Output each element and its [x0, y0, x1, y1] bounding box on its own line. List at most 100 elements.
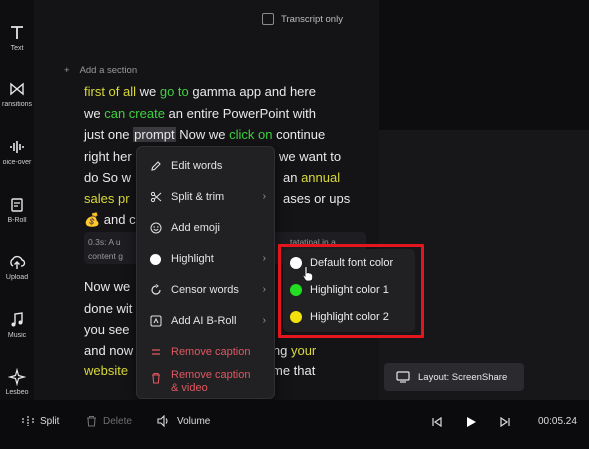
annotation-highlight-box [278, 244, 424, 338]
context-menu: Edit words Split & trim › Add emoji High… [136, 146, 275, 399]
transcript-line[interactable]: and now [84, 343, 133, 358]
transcript-line[interactable]: done wit [84, 301, 132, 316]
menu-item-add-emoji[interactable]: Add emoji [137, 215, 274, 241]
rail-item-music[interactable]: Music [0, 311, 34, 339]
transcript-line[interactable]: just one prompt Now we click on continue [84, 127, 325, 142]
menu-item-split-trim[interactable]: Split & trim › [137, 184, 274, 210]
voice-over-icon [10, 141, 24, 153]
chevron-right-icon: › [262, 315, 266, 326]
transcript-line[interactable]: Now we [84, 279, 130, 294]
screen-share-icon [396, 371, 410, 383]
trash-icon [87, 415, 96, 427]
menu-label: Split & trim [171, 191, 225, 203]
transcript-line[interactable]: sales pr [84, 191, 130, 206]
transcript-line[interactable]: we can create an entire PowerPoint with [84, 106, 316, 121]
pencil-icon [149, 160, 162, 173]
playback-time: 00:05.24 [538, 416, 577, 427]
delete-button[interactable]: Delete [86, 415, 132, 427]
transcript-word[interactable]: gamma app and here [189, 84, 316, 99]
menu-item-add-ai-b-roll[interactable]: Add AI B-Roll › [137, 308, 274, 334]
transcript-word[interactable]: we [136, 84, 160, 99]
add-section-button[interactable]: + Add a section [64, 65, 137, 76]
add-section-label: Add a section [79, 65, 138, 76]
menu-label: Add emoji [171, 222, 220, 234]
transcript-word[interactable]: go to [160, 84, 189, 99]
rail-label-text: Text [10, 45, 24, 52]
note-text-line2: content g [88, 251, 123, 261]
transcript-line[interactable]: 💰 and c [84, 212, 136, 228]
menu-item-remove-caption-video[interactable]: Remove caption & video [137, 369, 274, 399]
rail-item-b-roll[interactable]: B-Roll [0, 196, 34, 224]
split-button[interactable]: Split [22, 415, 59, 427]
transcript-line[interactable]: we want to [279, 149, 341, 164]
rail-label-sparkle: Lesbeo [5, 389, 29, 396]
transcript-only-toggle[interactable]: Transcript only [262, 13, 343, 25]
volume-icon [157, 415, 168, 427]
menu-label: Censor words [171, 284, 239, 296]
menu-label: Remove caption & video [171, 369, 251, 394]
play-icon[interactable] [466, 416, 477, 428]
transcript-word[interactable]: can create [104, 106, 165, 121]
transcript-word[interactable]: continue [272, 127, 325, 142]
trash-icon [149, 371, 162, 384]
menu-item-censor-words[interactable]: Censor words › [137, 277, 274, 303]
rail-item-text[interactable]: Text [0, 24, 34, 52]
transcript-line[interactable]: ases or ups [283, 191, 350, 206]
transcript-line[interactable]: ing your [270, 343, 316, 358]
rail-item-transitions[interactable]: ransitions [0, 80, 34, 108]
music-icon [11, 312, 23, 327]
chevron-right-icon: › [262, 191, 266, 202]
transcript-line[interactable]: first of all we go to gamma app and here [84, 84, 316, 99]
text-icon [11, 26, 23, 39]
rail-label-music: Music [7, 332, 27, 339]
sparkle-icon [8, 368, 26, 386]
menu-label: Highlight [171, 253, 214, 265]
volume-label: Volume [177, 415, 211, 427]
skip-back-icon[interactable] [432, 417, 442, 427]
layout-label: Layout: ScreenShare [418, 371, 508, 383]
rail-label-transitions: ransitions [2, 101, 32, 108]
upload-icon [10, 255, 26, 269]
transcript-line[interactable]: me that [272, 363, 315, 378]
ai-broll-icon [149, 315, 162, 328]
rail-item-sparkle[interactable]: Lesbeo [0, 368, 34, 396]
preview-top [379, 0, 589, 130]
rail-label-voice-over: oice-over [2, 159, 32, 166]
transcript-line[interactable]: website [84, 363, 128, 378]
transitions-icon [10, 82, 24, 96]
delete-label: Delete [103, 415, 132, 427]
highlight-icon [149, 253, 162, 266]
menu-item-highlight[interactable]: Highlight › [137, 246, 274, 272]
split-icon [22, 416, 34, 426]
rail-item-upload[interactable]: Upload [0, 253, 34, 281]
skip-forward-icon[interactable] [500, 417, 510, 427]
transcript-word[interactable]: an entire PowerPoint with [165, 106, 316, 121]
b-roll-icon [11, 198, 23, 212]
layout-button[interactable]: Layout: ScreenShare [384, 363, 524, 391]
transcript-word[interactable]: just one [84, 127, 133, 142]
chevron-right-icon: › [262, 253, 266, 264]
transcript-word[interactable]: we [84, 106, 104, 121]
plus-icon: + [64, 65, 70, 76]
menu-item-edit-words[interactable]: Edit words [137, 153, 274, 179]
menu-label: Remove caption [171, 346, 251, 358]
remove-caption-icon [149, 346, 162, 359]
transcript-word[interactable]: Now we [176, 127, 229, 142]
transcript-only-checkbox[interactable] [262, 13, 274, 25]
hand-cursor-icon [302, 266, 313, 282]
transcript-word[interactable]: click on [229, 127, 272, 142]
emoji-icon [149, 222, 162, 235]
transcript-line[interactable]: an annual [283, 170, 340, 185]
selected-word[interactable]: prompt [133, 127, 176, 142]
menu-item-remove-caption[interactable]: Remove caption [137, 339, 274, 365]
split-label: Split [40, 415, 60, 427]
transcript-only-label: Transcript only [281, 13, 343, 25]
transcript-line[interactable]: you see [84, 322, 130, 337]
volume-button[interactable]: Volume [157, 415, 210, 427]
transcript-line[interactable]: right her [84, 149, 132, 164]
rail-item-voice-over[interactable]: oice-over [0, 138, 34, 166]
transcript-line[interactable]: do So w [84, 170, 131, 185]
chevron-right-icon: › [262, 284, 266, 295]
transcript-word[interactable]: first of all [84, 84, 136, 99]
split-icon [149, 191, 162, 204]
